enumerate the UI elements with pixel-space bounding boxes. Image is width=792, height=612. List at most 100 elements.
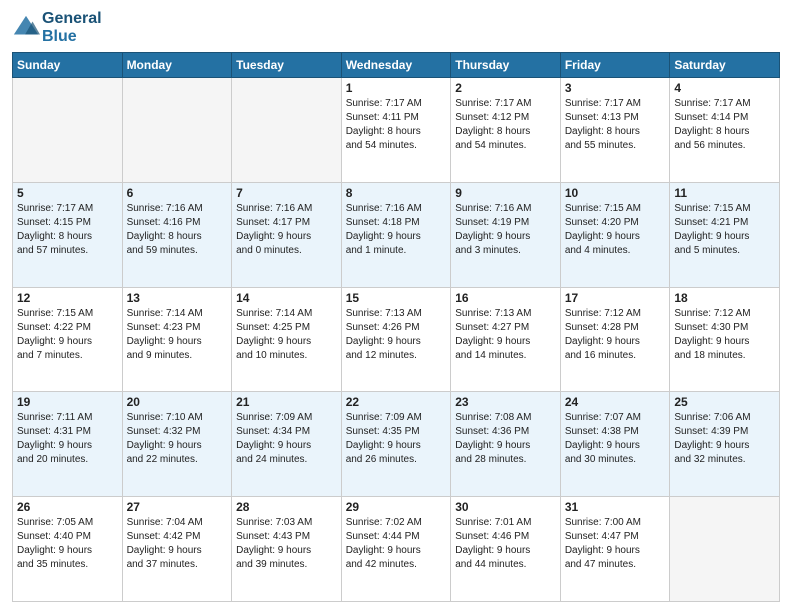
day-info: Sunrise: 7:02 AM Sunset: 4:44 PM Dayligh…	[346, 516, 447, 572]
day-info: Sunrise: 7:15 AM Sunset: 4:22 PM Dayligh…	[17, 307, 118, 363]
calendar-weekday-sunday: Sunday	[13, 53, 123, 78]
day-info: Sunrise: 7:00 AM Sunset: 4:47 PM Dayligh…	[565, 516, 666, 572]
day-number: 8	[346, 186, 447, 200]
day-number: 9	[455, 186, 556, 200]
calendar-cell	[13, 78, 123, 183]
day-info: Sunrise: 7:17 AM Sunset: 4:15 PM Dayligh…	[17, 202, 118, 258]
day-info: Sunrise: 7:12 AM Sunset: 4:28 PM Dayligh…	[565, 307, 666, 363]
day-number: 4	[674, 81, 775, 95]
calendar-cell: 10Sunrise: 7:15 AM Sunset: 4:20 PM Dayli…	[560, 182, 670, 287]
day-number: 21	[236, 395, 337, 409]
calendar-cell: 9 Sunrise: 7:16 AM Sunset: 4:19 PM Daylig…	[451, 182, 561, 287]
calendar-cell: 21 Sunrise: 7:09 AM Sunset: 4:34 PM Dayli…	[232, 392, 342, 497]
calendar-table: SundayMondayTuesdayWednesdayThursdayFrid…	[12, 52, 780, 602]
day-info: Sunrise: 7:09 AM Sunset: 4:34 PM Dayligh…	[236, 411, 337, 467]
day-number: 16	[455, 291, 556, 305]
calendar-week-row: 1 Sunrise: 7:17 AM Sunset: 4:11 PM Daylig…	[13, 78, 780, 183]
day-number: 20	[127, 395, 228, 409]
day-info: Sunrise: 7:07 AM Sunset: 4:38 PM Dayligh…	[565, 411, 666, 467]
day-info: Sunrise: 7:05 AM Sunset: 4:40 PM Dayligh…	[17, 516, 118, 572]
calendar-weekday-saturday: Saturday	[670, 53, 780, 78]
day-info: Sunrise: 7:17 AM Sunset: 4:11 PM Dayligh…	[346, 97, 447, 153]
calendar-week-row: 26Sunrise: 7:05 AM Sunset: 4:40 PM Dayli…	[13, 497, 780, 602]
day-number: 28	[236, 500, 337, 514]
day-info: Sunrise: 7:10 AM Sunset: 4:32 PM Dayligh…	[127, 411, 228, 467]
calendar-weekday-thursday: Thursday	[451, 53, 561, 78]
day-number: 10	[565, 186, 666, 200]
calendar-cell: 7 Sunrise: 7:16 AM Sunset: 4:17 PM Daylig…	[232, 182, 342, 287]
day-info: Sunrise: 7:17 AM Sunset: 4:13 PM Dayligh…	[565, 97, 666, 153]
day-info: Sunrise: 7:17 AM Sunset: 4:14 PM Dayligh…	[674, 97, 775, 153]
day-number: 27	[127, 500, 228, 514]
day-info: Sunrise: 7:14 AM Sunset: 4:25 PM Dayligh…	[236, 307, 337, 363]
calendar-cell	[232, 78, 342, 183]
calendar-cell: 15Sunrise: 7:13 AM Sunset: 4:26 PM Dayli…	[341, 287, 451, 392]
day-info: Sunrise: 7:15 AM Sunset: 4:21 PM Dayligh…	[674, 202, 775, 258]
logo: General Blue	[12, 10, 102, 46]
day-number: 11	[674, 186, 775, 200]
calendar-weekday-friday: Friday	[560, 53, 670, 78]
day-number: 29	[346, 500, 447, 514]
day-number: 5	[17, 186, 118, 200]
day-info: Sunrise: 7:03 AM Sunset: 4:43 PM Dayligh…	[236, 516, 337, 572]
calendar-week-row: 19 Sunrise: 7:11 AM Sunset: 4:31 PM Dayli…	[13, 392, 780, 497]
day-info: Sunrise: 7:17 AM Sunset: 4:12 PM Dayligh…	[455, 97, 556, 153]
logo-icon	[12, 14, 40, 42]
day-number: 2	[455, 81, 556, 95]
day-info: Sunrise: 7:04 AM Sunset: 4:42 PM Dayligh…	[127, 516, 228, 572]
day-info: Sunrise: 7:12 AM Sunset: 4:30 PM Dayligh…	[674, 307, 775, 363]
day-number: 1	[346, 81, 447, 95]
calendar-cell: 14 Sunrise: 7:14 AM Sunset: 4:25 PM Dayli…	[232, 287, 342, 392]
day-number: 19	[17, 395, 118, 409]
day-info: Sunrise: 7:09 AM Sunset: 4:35 PM Dayligh…	[346, 411, 447, 467]
calendar-cell: 22 Sunrise: 7:09 AM Sunset: 4:35 PM Dayli…	[341, 392, 451, 497]
day-info: Sunrise: 7:01 AM Sunset: 4:46 PM Dayligh…	[455, 516, 556, 572]
day-number: 24	[565, 395, 666, 409]
day-number: 30	[455, 500, 556, 514]
day-info: Sunrise: 7:13 AM Sunset: 4:27 PM Dayligh…	[455, 307, 556, 363]
day-number: 17	[565, 291, 666, 305]
calendar-cell: 17 Sunrise: 7:12 AM Sunset: 4:28 PM Dayli…	[560, 287, 670, 392]
day-number: 12	[17, 291, 118, 305]
day-info: Sunrise: 7:14 AM Sunset: 4:23 PM Dayligh…	[127, 307, 228, 363]
calendar-cell: 23 Sunrise: 7:08 AM Sunset: 4:36 PM Dayli…	[451, 392, 561, 497]
day-info: Sunrise: 7:16 AM Sunset: 4:17 PM Dayligh…	[236, 202, 337, 258]
day-info: Sunrise: 7:08 AM Sunset: 4:36 PM Dayligh…	[455, 411, 556, 467]
calendar-cell: 2 Sunrise: 7:17 AM Sunset: 4:12 PM Daylig…	[451, 78, 561, 183]
day-info: Sunrise: 7:16 AM Sunset: 4:18 PM Dayligh…	[346, 202, 447, 258]
day-info: Sunrise: 7:06 AM Sunset: 4:39 PM Dayligh…	[674, 411, 775, 467]
calendar-cell: 27 Sunrise: 7:04 AM Sunset: 4:42 PM Dayli…	[122, 497, 232, 602]
calendar-cell: 4 Sunrise: 7:17 AM Sunset: 4:14 PM Daylig…	[670, 78, 780, 183]
day-number: 7	[236, 186, 337, 200]
calendar-cell: 29 Sunrise: 7:02 AM Sunset: 4:44 PM Dayli…	[341, 497, 451, 602]
calendar-cell: 3Sunrise: 7:17 AM Sunset: 4:13 PM Daylig…	[560, 78, 670, 183]
header: General Blue	[12, 10, 780, 46]
page: General Blue SundayMondayTuesdayWednesda…	[0, 0, 792, 612]
calendar-weekday-monday: Monday	[122, 53, 232, 78]
calendar-cell: 26Sunrise: 7:05 AM Sunset: 4:40 PM Dayli…	[13, 497, 123, 602]
calendar-cell	[670, 497, 780, 602]
calendar-cell: 31 Sunrise: 7:00 AM Sunset: 4:47 PM Dayli…	[560, 497, 670, 602]
calendar-cell	[122, 78, 232, 183]
calendar-cell: 6 Sunrise: 7:16 AM Sunset: 4:16 PM Daylig…	[122, 182, 232, 287]
day-number: 25	[674, 395, 775, 409]
calendar-cell: 30 Sunrise: 7:01 AM Sunset: 4:46 PM Dayli…	[451, 497, 561, 602]
day-number: 6	[127, 186, 228, 200]
calendar-cell: 8 Sunrise: 7:16 AM Sunset: 4:18 PM Daylig…	[341, 182, 451, 287]
calendar-cell: 19 Sunrise: 7:11 AM Sunset: 4:31 PM Dayli…	[13, 392, 123, 497]
calendar-cell: 20 Sunrise: 7:10 AM Sunset: 4:32 PM Dayli…	[122, 392, 232, 497]
calendar-cell: 28 Sunrise: 7:03 AM Sunset: 4:43 PM Dayli…	[232, 497, 342, 602]
day-info: Sunrise: 7:16 AM Sunset: 4:19 PM Dayligh…	[455, 202, 556, 258]
day-number: 22	[346, 395, 447, 409]
calendar-week-row: 12 Sunrise: 7:15 AM Sunset: 4:22 PM Dayli…	[13, 287, 780, 392]
day-info: Sunrise: 7:16 AM Sunset: 4:16 PM Dayligh…	[127, 202, 228, 258]
day-number: 31	[565, 500, 666, 514]
calendar-cell: 13 Sunrise: 7:14 AM Sunset: 4:23 PM Dayli…	[122, 287, 232, 392]
day-info: Sunrise: 7:13 AM Sunset: 4:26 PM Dayligh…	[346, 307, 447, 363]
day-number: 14	[236, 291, 337, 305]
day-info: Sunrise: 7:11 AM Sunset: 4:31 PM Dayligh…	[17, 411, 118, 467]
calendar-cell: 11 Sunrise: 7:15 AM Sunset: 4:21 PM Dayli…	[670, 182, 780, 287]
calendar-cell: 16 Sunrise: 7:13 AM Sunset: 4:27 PM Dayli…	[451, 287, 561, 392]
day-number: 13	[127, 291, 228, 305]
day-number: 23	[455, 395, 556, 409]
